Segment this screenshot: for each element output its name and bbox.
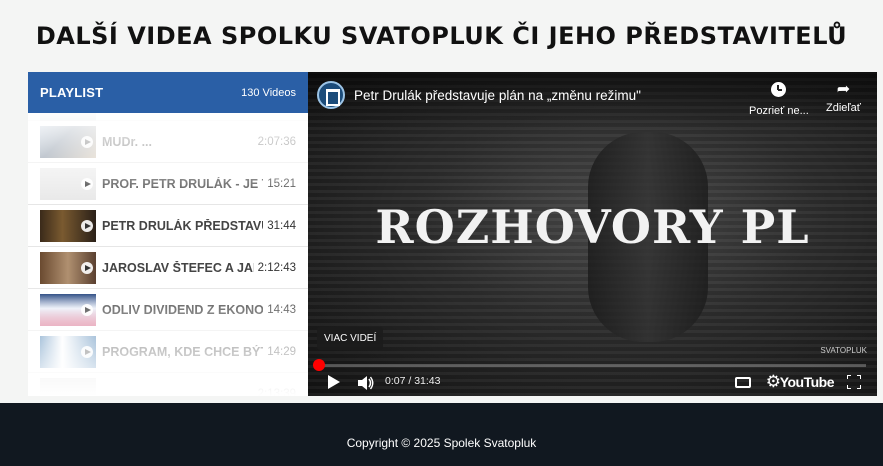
playlist-item-duration: 14:43 (267, 303, 296, 316)
playlist-item[interactable] (28, 113, 308, 121)
playlist-item[interactable]: ODLIV DIVIDEND Z EKONOM 14:43 (28, 289, 308, 331)
video-thumbnail (40, 113, 96, 121)
playlist-item-title: JAROSLAV ŠTEFEC A JAN (102, 260, 254, 275)
share-button[interactable]: ➦ Zdieľať (826, 80, 861, 114)
video-player[interactable]: Petr Drulák představuje plán na „změnu r… (308, 72, 877, 396)
playlist-panel: PLAYLIST 130 Videos MUDr. ... 2:07:36 PR… (28, 72, 308, 396)
playlist-item[interactable]: PROGRAM, KDE CHCE BÝT V 14:29 (28, 331, 308, 373)
playlist-item[interactable]: JAROSLAV ŠTEFEC A JAN 2:12:43 (28, 247, 308, 289)
video-overlay-text: ROZHOVORY PL (375, 200, 810, 254)
progress-bar[interactable] (319, 364, 866, 367)
play-icon (81, 261, 93, 274)
time-display: 0:07 / 31:43 (385, 375, 441, 387)
watch-later-label: Pozrieť ne... (749, 105, 809, 117)
playlist-item[interactable]: 2:13:39 (28, 373, 308, 396)
share-label: Zdieľať (826, 102, 861, 114)
playlist-item-duration: 2:07:36 (257, 135, 296, 148)
playlist-item[interactable]: PETR DRULÁK PŘEDSTAVUJ 31:44 (28, 205, 308, 247)
watch-later-button[interactable]: Pozrieť ne... (749, 80, 809, 117)
play-icon (81, 177, 93, 190)
player-controls: 0:07 / 31:43 ⚙ YouTube (308, 368, 877, 396)
video-thumbnail (40, 167, 96, 200)
play-icon (81, 345, 93, 358)
clock-icon (771, 82, 787, 97)
play-icon[interactable] (328, 375, 340, 389)
playlist-item-title: PETR DRULÁK PŘEDSTAVUJ (102, 218, 264, 233)
playlist-item[interactable]: PROF. PETR DRULÁK - JE TO 15:21 (28, 163, 308, 205)
play-icon (81, 219, 93, 232)
playlist-list[interactable]: MUDr. ... 2:07:36 PROF. PETR DRULÁK - JE… (28, 113, 308, 396)
playlist-item-duration: 14:29 (267, 345, 296, 358)
playlist-item-title: MUDr. ... (102, 134, 153, 149)
subtitles-icon[interactable] (735, 377, 751, 388)
playlist-item-duration: 31:44 (267, 219, 296, 232)
playlist-item-title: ODLIV DIVIDEND Z EKONOM (102, 302, 264, 317)
share-arrow-icon: ➦ (836, 81, 851, 98)
playlist-title: PLAYLIST (40, 85, 104, 100)
video-thumbnail (40, 335, 96, 368)
playlist-item[interactable]: MUDr. ... 2:07:36 (28, 121, 308, 163)
copyright-text: Copyright © 2025 Spolek Svatopluk (346, 436, 537, 450)
youtube-logo[interactable]: YouTube (780, 374, 835, 390)
playlist-item-title: PROF. PETR DRULÁK - JE TO (102, 176, 264, 191)
video-thumbnail (40, 125, 96, 158)
playlist-item-duration: 2:13:39 (257, 387, 296, 397)
playlist-item-title: PROGRAM, KDE CHCE BÝT V (102, 344, 264, 359)
video-thumbnail (40, 293, 96, 326)
video-thumbnail (40, 209, 96, 242)
playlist-header: PLAYLIST 130 Videos (28, 72, 308, 113)
play-icon (81, 135, 93, 148)
channel-watermark: SVATOPLUK (820, 346, 867, 355)
page-heading: DALŠÍ VIDEA SPOLKU SVATOPLUK ČI JEHO PŘE… (35, 22, 848, 50)
playlist-count: 130 Videos (241, 86, 296, 99)
fullscreen-icon[interactable] (847, 375, 861, 389)
play-icon (81, 303, 93, 316)
video-thumbnail (40, 377, 96, 396)
footer: Copyright © 2025 Spolek Svatopluk (0, 403, 883, 466)
playlist-item-duration: 15:21 (267, 177, 296, 190)
channel-logo-icon[interactable] (317, 81, 345, 109)
volume-icon[interactable] (358, 376, 374, 390)
playlist-item-duration: 2:12:43 (257, 261, 296, 274)
more-videos-button[interactable]: VIAC VIDEÍ (317, 327, 384, 350)
video-thumbnail (40, 251, 96, 284)
video-title[interactable]: Petr Drulák představuje plán na „změnu r… (354, 88, 641, 103)
